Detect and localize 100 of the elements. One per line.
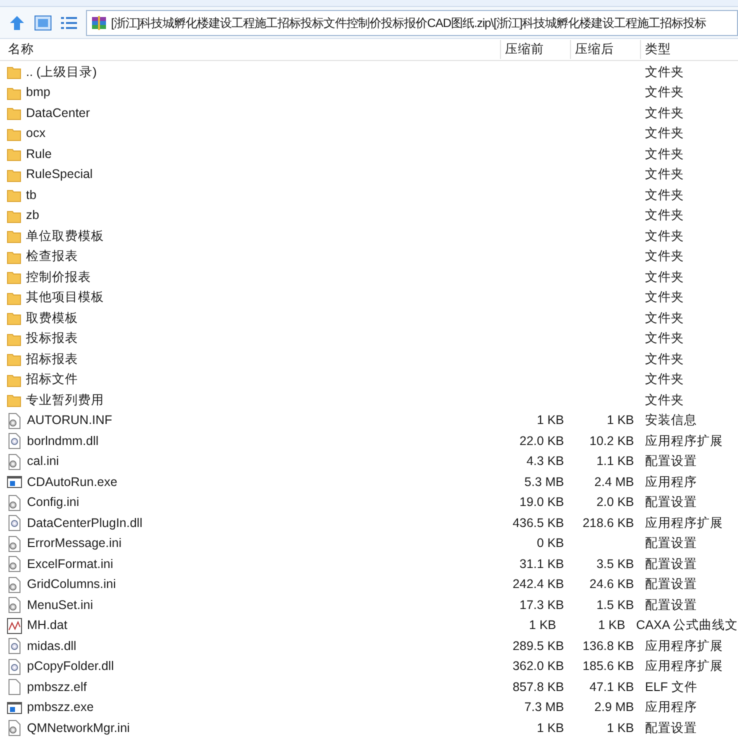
- folder-icon: [7, 208, 21, 223]
- original-size: 17.3 KB: [520, 598, 564, 612]
- file-type: 配置设置: [645, 536, 697, 550]
- file-name[interactable]: zb: [26, 206, 40, 226]
- packed-size: 1.5 KB: [596, 598, 634, 612]
- file-name[interactable]: Rule: [26, 144, 52, 164]
- archive-icon: [91, 14, 107, 30]
- packed-size: 24.6 KB: [590, 577, 634, 592]
- file-type: 文件夹: [645, 310, 684, 325]
- file-type: 文件夹: [645, 392, 684, 407]
- packed-size: 1 KB: [598, 618, 626, 632]
- original-size: 242.4 KB: [512, 577, 564, 592]
- file-name[interactable]: .. (上级目录): [26, 62, 97, 82]
- folder-icon: [7, 250, 21, 264]
- file-name[interactable]: cal.ini: [27, 452, 59, 472]
- folder-icon: [7, 65, 21, 80]
- folder-icon: [7, 188, 21, 202]
- file-type: 文件夹: [645, 85, 684, 100]
- original-size: 1 KB: [536, 413, 564, 428]
- folder-icon: [7, 147, 21, 162]
- file-type: 文件夹: [645, 188, 684, 202]
- file-type: 文件夹: [645, 228, 684, 243]
- file-type: 配置设置: [645, 720, 697, 735]
- file-type: 配置设置: [645, 556, 697, 571]
- file-type: 安装信息: [645, 413, 697, 428]
- column-header[interactable]: 类型: [640, 40, 738, 59]
- packed-size: 136.8 KB: [582, 638, 634, 653]
- file-type: 配置设置: [645, 454, 697, 468]
- file-name[interactable]: 单位取费模板: [26, 226, 104, 246]
- file-type: 应用程序: [645, 474, 697, 489]
- list-view-icon[interactable]: [60, 14, 78, 30]
- file-name[interactable]: Config.ini: [27, 493, 80, 512]
- file-type: 应用程序: [645, 700, 697, 714]
- file-name[interactable]: QMNetworkMgr.ini: [27, 718, 130, 738]
- column-header[interactable]: 压缩前: [500, 40, 570, 59]
- file-name[interactable]: DataCenter: [26, 104, 90, 123]
- packed-size: 218.6 KB: [582, 516, 634, 530]
- file-name[interactable]: CDAutoRun.exe: [27, 472, 118, 492]
- file-name[interactable]: bmp: [26, 83, 50, 102]
- file-name[interactable]: 招标报表: [26, 350, 78, 369]
- file-name[interactable]: ocx: [26, 124, 46, 144]
- file-name[interactable]: ErrorMessage.ini: [27, 534, 122, 554]
- file-name[interactable]: RuleSpecial: [26, 165, 93, 184]
- file-type: 配置设置: [645, 598, 697, 612]
- folder-icon: [7, 311, 21, 326]
- file-name[interactable]: 检查报表: [26, 247, 78, 266]
- file-type: 应用程序扩展: [645, 659, 723, 674]
- original-size: 1 KB: [529, 618, 556, 632]
- file-type: 文件夹: [645, 146, 684, 161]
- file-name[interactable]: ExcelFormat.ini: [27, 554, 114, 574]
- file-name[interactable]: 招标文件: [26, 370, 78, 390]
- file-name[interactable]: MH.dat: [27, 616, 68, 636]
- file-type: 文件夹: [645, 167, 684, 182]
- file-name[interactable]: 投标报表: [26, 329, 78, 348]
- archive-path: [浙江]科技城孵化楼建设工程施工招标投标文件控制价投标报价CAD图纸.zip\[浙江]科技城孵化楼建设工程施工招标投标: [111, 14, 706, 32]
- file-name[interactable]: pmbszz.elf: [27, 678, 87, 697]
- file-name[interactable]: midas.dll: [27, 636, 76, 656]
- original-size: 857.8 KB: [512, 680, 564, 694]
- file-type: ELF 文件: [645, 680, 698, 694]
- folder-icon: [7, 229, 21, 244]
- packed-size: 1 KB: [606, 413, 634, 428]
- file-name[interactable]: tb: [26, 186, 36, 205]
- up-arrow-icon[interactable]: [8, 14, 26, 32]
- file-icon: [7, 679, 22, 696]
- file-type: 配置设置: [645, 495, 697, 510]
- file-name[interactable]: AUTORUN.INF: [27, 411, 112, 430]
- file-name[interactable]: 控制价报表: [26, 268, 91, 287]
- original-size: 5.3 MB: [524, 474, 564, 489]
- file-type: 文件夹: [645, 126, 684, 140]
- folder-icon: [7, 106, 21, 120]
- file-name[interactable]: DataCenterPlugIn.dll: [27, 514, 142, 533]
- packed-size: 1 KB: [606, 720, 634, 735]
- file-name[interactable]: GridColumns.ini: [27, 575, 116, 594]
- original-size: 7.3 MB: [524, 700, 564, 714]
- folder-icon: [7, 393, 21, 408]
- address-field[interactable]: [浙江]科技城孵化楼建设工程施工招标投标文件控制价投标报价CAD图纸.zip\[浙江]科技城孵化楼建设工程施工招标投标: [86, 10, 738, 36]
- file-type: 应用程序扩展: [645, 434, 723, 448]
- original-size: 436.5 KB: [512, 516, 564, 530]
- packed-size: 2.4 MB: [594, 474, 634, 489]
- file-name[interactable]: 其他项目模板: [26, 288, 104, 308]
- chart-file-icon: [7, 618, 22, 634]
- original-size: 31.1 KB: [520, 556, 564, 571]
- file-name[interactable]: pmbszz.exe: [27, 698, 94, 718]
- original-size: 4.3 KB: [526, 454, 564, 468]
- large-icons-view-icon[interactable]: [34, 14, 52, 30]
- file-name[interactable]: MenuSet.ini: [27, 596, 94, 615]
- file-name[interactable]: borlndmm.dll: [27, 432, 99, 451]
- packed-size: 3.5 KB: [596, 556, 634, 571]
- folder-icon: [7, 168, 21, 182]
- file-name[interactable]: 专业暂列费用: [26, 390, 104, 410]
- original-size: 362.0 KB: [512, 659, 564, 674]
- file-name[interactable]: pCopyFolder.dll: [27, 657, 114, 676]
- file-type: 文件夹: [645, 270, 684, 284]
- original-size: 22.0 KB: [520, 434, 564, 448]
- folder-icon: [7, 332, 21, 346]
- column-header[interactable]: 压缩后: [570, 40, 640, 59]
- file-type: CAXA 公式曲线文: [636, 618, 738, 632]
- file-type: 文件夹: [645, 290, 684, 304]
- file-name[interactable]: 取费模板: [26, 308, 78, 328]
- column-header[interactable]: 名称: [0, 40, 500, 59]
